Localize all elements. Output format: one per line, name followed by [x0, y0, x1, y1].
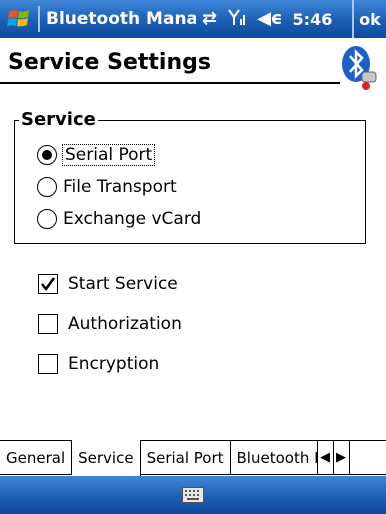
radio-button[interactable] [37, 209, 57, 229]
status-icons: ⇄ ◀ϵ 5:46 [202, 8, 332, 30]
checkbox[interactable] [38, 354, 58, 374]
menu-bar [0, 476, 386, 514]
radio-exchange-vcard[interactable]: Exchange vCard [37, 209, 201, 229]
radio-label: Serial Port [61, 144, 156, 166]
radio-serial-port[interactable]: Serial Port [37, 144, 156, 166]
tab-service[interactable]: Service [72, 440, 141, 476]
header-divider [0, 82, 340, 84]
windows-flag-icon [7, 10, 29, 27]
checkmark-icon [41, 277, 56, 292]
tab-bluetooth[interactable]: Bluetooth H [230, 441, 317, 475]
radio-file-transport[interactable]: File Transport [37, 177, 177, 197]
checkbox-label: Authorization [68, 314, 182, 334]
window-title: Bluetooth Mana [46, 9, 196, 29]
checkbox-encryption[interactable]: Encryption [38, 354, 159, 374]
tab-bar: General Service Serial Port Bluetooth H … [0, 440, 386, 481]
tab-bar-fill [349, 441, 386, 475]
tab-serial-port[interactable]: Serial Port [140, 441, 231, 475]
checkbox-label: Start Service [68, 274, 178, 294]
tab-scroller: ◀ ▶ [316, 441, 350, 475]
checkbox[interactable] [38, 314, 58, 334]
bluetooth-icon [342, 46, 377, 90]
tab-scroll-right-icon[interactable]: ▶ [334, 441, 350, 474]
page-title: Service Settings [8, 50, 211, 75]
tab-scroll-left-icon[interactable]: ◀ [318, 441, 334, 474]
title-bar: Bluetooth Mana ⇄ ◀ϵ 5:46 ok [0, 0, 386, 38]
connectivity-icon[interactable]: ⇄ [202, 10, 217, 28]
page-header: Service Settings [0, 38, 386, 98]
title-separator [38, 6, 40, 32]
checkbox[interactable] [38, 274, 58, 294]
signal-icon[interactable] [227, 8, 247, 30]
volume-icon[interactable]: ◀ϵ [257, 10, 282, 28]
clock[interactable]: 5:46 [293, 10, 333, 29]
radio-button[interactable] [37, 145, 57, 165]
radio-label: File Transport [63, 177, 177, 197]
keyboard-icon[interactable] [182, 487, 204, 503]
ok-button[interactable]: ok [352, 0, 386, 38]
service-groupbox: Service Serial Port File Transport Excha… [14, 109, 366, 244]
radio-button[interactable] [37, 177, 57, 197]
tab-general[interactable]: General [0, 441, 73, 475]
radio-label: Exchange vCard [63, 209, 202, 229]
service-group-label: Service [19, 109, 98, 130]
start-button[interactable] [0, 0, 38, 38]
checkbox-label: Encryption [68, 354, 160, 374]
checkbox-authorization[interactable]: Authorization [38, 314, 182, 334]
checkbox-start-service[interactable]: Start Service [38, 274, 178, 294]
